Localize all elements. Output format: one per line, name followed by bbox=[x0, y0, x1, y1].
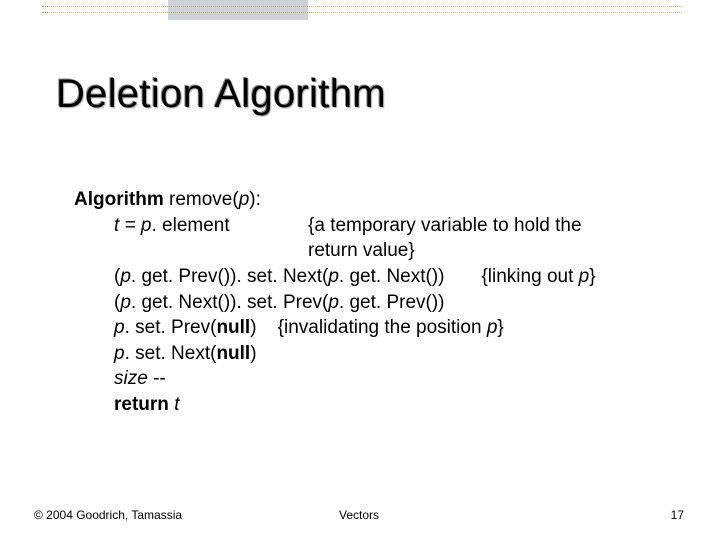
text: ) bbox=[250, 343, 256, 364]
text: . get. Next()). set. Prev( bbox=[131, 292, 328, 313]
comment: return value} bbox=[308, 240, 415, 261]
keyword-algorithm: Algorithm bbox=[74, 189, 164, 210]
decoration-line bbox=[42, 12, 682, 13]
keyword-return: return bbox=[114, 394, 174, 415]
algo-line: (p. get. Prev()). set. Next(p. get. Next… bbox=[74, 264, 672, 290]
comment: } bbox=[589, 266, 595, 287]
algo-line: t = p. element {a temporary variable to … bbox=[74, 213, 672, 264]
var-assign: t = p bbox=[114, 215, 152, 236]
comment: {invalidating the position bbox=[278, 317, 487, 338]
var-p: p bbox=[120, 266, 131, 287]
var-p: p bbox=[114, 343, 125, 364]
keyword-null: null bbox=[216, 317, 250, 338]
text: . get. Prev()) bbox=[339, 292, 445, 313]
slide-title: Deletion Algorithm bbox=[56, 72, 672, 117]
text: . get. Prev()). set. Next( bbox=[131, 266, 328, 287]
param-p: p bbox=[239, 189, 250, 210]
algorithm-block: Algorithm remove(p): t = p. element {a t… bbox=[74, 187, 672, 418]
slide-footer: © 2004 Goodrich, Tamassia Vectors 17 bbox=[34, 508, 684, 522]
var-p: p bbox=[114, 317, 125, 338]
text: . get. Next()) bbox=[339, 266, 445, 287]
comment: {linking out bbox=[481, 266, 578, 287]
comment: {a temporary variable to hold the bbox=[308, 215, 582, 236]
var-p: p bbox=[120, 292, 131, 313]
var-t: t bbox=[174, 394, 179, 415]
algo-line: return t bbox=[74, 392, 672, 418]
copyright-text: © 2004 Goodrich, Tamassia bbox=[34, 508, 182, 522]
decoration-line bbox=[42, 6, 682, 7]
algo-line: size -- bbox=[74, 366, 672, 392]
text: remove( bbox=[164, 189, 239, 210]
algo-line: p. set. Next(null) bbox=[74, 341, 672, 367]
algo-line: p. set. Prev(null) {invalidating the pos… bbox=[74, 315, 672, 341]
comment: } bbox=[497, 317, 503, 338]
algo-header: Algorithm remove(p): bbox=[74, 187, 672, 213]
text: . set. Prev( bbox=[125, 317, 217, 338]
footer-center-label: Vectors bbox=[339, 508, 379, 522]
page-number: 17 bbox=[671, 508, 684, 522]
text: ): bbox=[249, 189, 261, 210]
text: . set. Next( bbox=[125, 343, 217, 364]
keyword-null: null bbox=[216, 343, 250, 364]
slide-content: Deletion Algorithm Algorithm remove(p): … bbox=[56, 72, 672, 418]
text: . element bbox=[152, 215, 230, 236]
header-decoration bbox=[0, 0, 720, 32]
text: -- bbox=[148, 368, 166, 389]
var-p: p bbox=[328, 266, 339, 287]
var-p: p bbox=[579, 266, 590, 287]
algo-line: (p. get. Next()). set. Prev(p. get. Prev… bbox=[74, 290, 672, 316]
var-p: p bbox=[328, 292, 339, 313]
text: ) bbox=[250, 317, 256, 338]
decoration-box bbox=[168, 0, 308, 20]
var-p: p bbox=[487, 317, 498, 338]
var-size: size bbox=[114, 368, 148, 389]
